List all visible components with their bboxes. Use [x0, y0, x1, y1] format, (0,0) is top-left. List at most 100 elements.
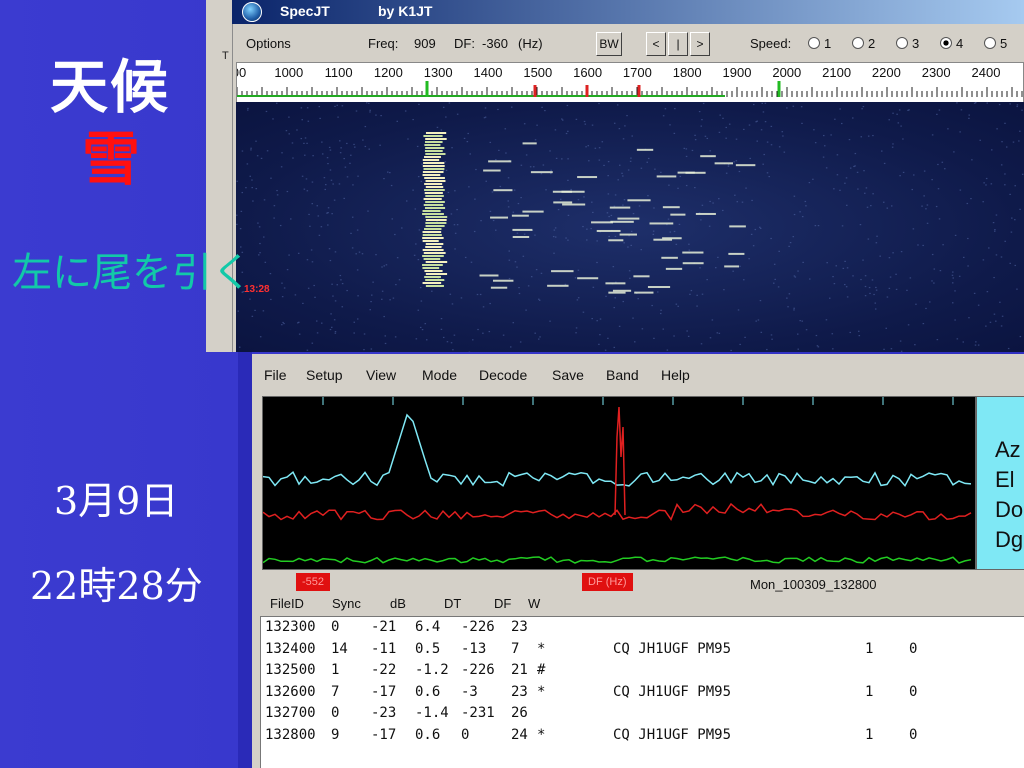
noise-speck — [523, 233, 526, 235]
decode-cell-msg: CQ JH1UGF PM95 — [613, 683, 732, 700]
noise-speck — [341, 282, 344, 285]
noise-speck — [239, 228, 242, 230]
noise-speck — [338, 183, 341, 185]
speed-radio-5[interactable]: 5 — [984, 36, 1007, 51]
noise-speck — [985, 184, 987, 186]
noise-speck — [886, 207, 889, 209]
noise-speck — [577, 297, 580, 299]
noise-speck — [616, 104, 619, 106]
noise-speck — [389, 172, 391, 174]
menu-mode[interactable]: Mode — [422, 367, 457, 383]
noise-speck — [722, 209, 724, 212]
menu-file[interactable]: File — [264, 367, 287, 383]
noise-speck — [249, 298, 251, 300]
menu-decode[interactable]: Decode — [479, 367, 527, 383]
noise-speck — [861, 108, 863, 110]
noise-speck — [668, 184, 670, 186]
noise-speck — [311, 203, 314, 205]
scale-label: 2000 — [772, 65, 802, 80]
noise-speck — [489, 210, 492, 212]
prev-button[interactable]: < — [646, 32, 666, 56]
noise-speck — [725, 126, 727, 129]
noise-speck — [766, 348, 768, 351]
speed-radio-3[interactable]: 3 — [896, 36, 919, 51]
noise-speck — [677, 305, 679, 307]
signal-streak — [423, 258, 441, 260]
menu-setup[interactable]: Setup — [306, 367, 343, 383]
next-button[interactable]: > — [690, 32, 710, 56]
noise-speck — [1021, 173, 1024, 175]
signal-streak — [424, 189, 445, 191]
decode-cell-db: -22 — [371, 662, 397, 678]
noise-speck — [566, 104, 569, 107]
signal-streak — [424, 228, 442, 230]
noise-speck — [396, 120, 399, 122]
options-menu[interactable]: Options — [246, 36, 291, 51]
noise-speck — [1001, 315, 1004, 317]
noise-speck — [520, 196, 522, 199]
bw-button[interactable]: BW — [596, 32, 622, 56]
noise-speck — [723, 289, 725, 291]
noise-speck — [275, 102, 278, 104]
noise-speck — [846, 204, 848, 206]
decode-cell-sync: 1 — [331, 662, 340, 678]
scale-label: 1300 — [423, 65, 453, 80]
decode-cell-w: 26 — [511, 705, 528, 721]
noise-speck — [899, 175, 901, 177]
noise-speck — [527, 285, 530, 287]
menu-band[interactable]: Band — [606, 367, 639, 383]
menu-help[interactable]: Help — [661, 367, 690, 383]
noise-speck — [627, 246, 629, 248]
noise-speck — [389, 299, 391, 301]
signal-streak — [422, 159, 440, 161]
noise-speck — [613, 122, 616, 124]
noise-speck — [902, 138, 904, 140]
snow-streak — [552, 190, 572, 193]
noise-speck — [952, 277, 954, 279]
noise-speck — [518, 286, 520, 289]
noise-speck — [313, 284, 315, 287]
noise-speck — [447, 191, 450, 194]
noise-speck — [236, 180, 238, 182]
noise-speck — [492, 219, 495, 222]
noise-speck — [489, 141, 492, 144]
noise-speck — [959, 131, 961, 133]
noise-speck — [303, 188, 306, 190]
noise-speck — [614, 235, 617, 238]
signal-streak — [424, 150, 443, 152]
noise-speck — [953, 151, 955, 153]
speed-radio-2[interactable]: 2 — [852, 36, 875, 51]
spectrum-plot — [262, 396, 976, 570]
noise-speck — [989, 321, 992, 323]
decode-text-area[interactable]: 132300 0 -21 6.4 -226 23 132400 14 -11 0.5 -13 7 * CQ… — [260, 616, 1024, 768]
noise-speck — [844, 182, 846, 184]
noise-speck — [550, 169, 552, 171]
noise-speck — [421, 163, 423, 165]
decode-cell-fileid: 132400 — [265, 640, 316, 657]
noise-speck — [640, 249, 643, 251]
decode-cell-df: 0 — [461, 726, 470, 743]
noise-speck — [709, 150, 711, 152]
snow-streak — [619, 233, 637, 236]
center-button[interactable]: | — [668, 32, 688, 56]
specjt-window: T SpecJT by K1JT Options Freq: 909 DF: -… — [206, 0, 1024, 352]
noise-speck — [1009, 262, 1011, 264]
noise-speck — [654, 168, 656, 170]
menu-save[interactable]: Save — [552, 367, 584, 383]
noise-speck — [525, 309, 527, 311]
noise-speck — [922, 244, 924, 247]
speed-radio-1[interactable]: 1 — [808, 36, 831, 51]
speed-radio-4[interactable]: 4 — [940, 36, 963, 51]
noise-speck — [689, 293, 691, 295]
scale-label: 2300 — [921, 65, 951, 80]
noise-speck — [343, 197, 345, 200]
noise-speck — [331, 213, 333, 215]
noise-speck — [793, 309, 795, 311]
radio-icon — [896, 37, 908, 49]
noise-speck — [270, 298, 272, 301]
noise-speck — [773, 282, 775, 284]
noise-speck — [613, 346, 616, 349]
noise-speck — [849, 331, 851, 334]
menu-view[interactable]: View — [366, 367, 396, 383]
noise-speck — [852, 275, 854, 277]
